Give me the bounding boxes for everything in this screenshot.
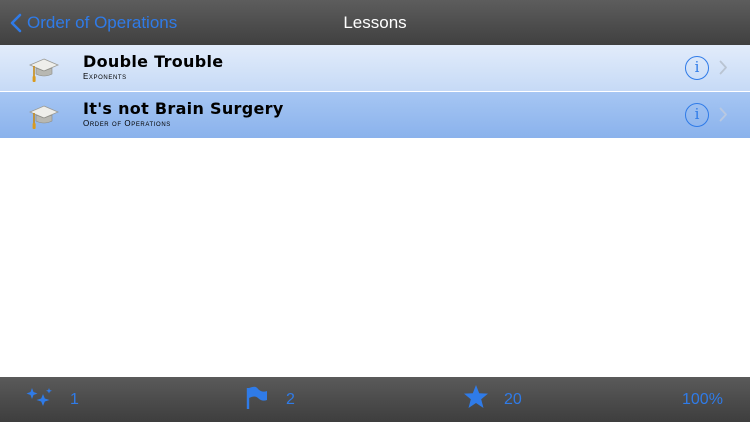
chevron-right-icon — [719, 60, 728, 80]
lesson-row-double-trouble[interactable]: Double Trouble Exponents i — [0, 45, 750, 92]
chevron-left-icon — [10, 13, 22, 33]
back-button[interactable]: Order of Operations — [10, 0, 177, 45]
navigation-bar: Order of Operations Lessons — [0, 0, 750, 45]
chevron-right-icon — [719, 107, 728, 127]
tips-count: 1 — [70, 390, 79, 408]
bottom-toolbar: 1 2 20 100% — [0, 377, 750, 422]
progress-percent: 100% — [682, 377, 723, 422]
lesson-title: Double Trouble — [83, 52, 224, 71]
lesson-subtitle: Order of Operations — [83, 119, 171, 128]
sparkles-icon — [26, 386, 54, 413]
graduation-cap-icon — [28, 53, 60, 85]
flags-count: 2 — [286, 390, 295, 408]
lesson-title: It's not Brain Surgery — [83, 99, 284, 118]
info-button[interactable]: i — [685, 103, 709, 127]
flags-button[interactable]: 2 — [244, 377, 295, 422]
tips-button[interactable]: 1 — [26, 377, 79, 422]
flag-icon — [244, 384, 268, 415]
stars-button[interactable]: 20 — [463, 377, 522, 422]
percent-label: 100% — [682, 390, 723, 408]
lessons-list: Double Trouble Exponents i It's not Brai… — [0, 45, 750, 139]
info-button[interactable]: i — [685, 56, 709, 80]
stars-count: 20 — [504, 390, 522, 408]
graduation-cap-icon — [28, 100, 60, 132]
star-icon — [463, 384, 489, 415]
back-button-label: Order of Operations — [27, 12, 178, 32]
lesson-subtitle: Exponents — [83, 72, 127, 81]
lesson-row-brain-surgery[interactable]: It's not Brain Surgery Order of Operatio… — [0, 92, 750, 139]
